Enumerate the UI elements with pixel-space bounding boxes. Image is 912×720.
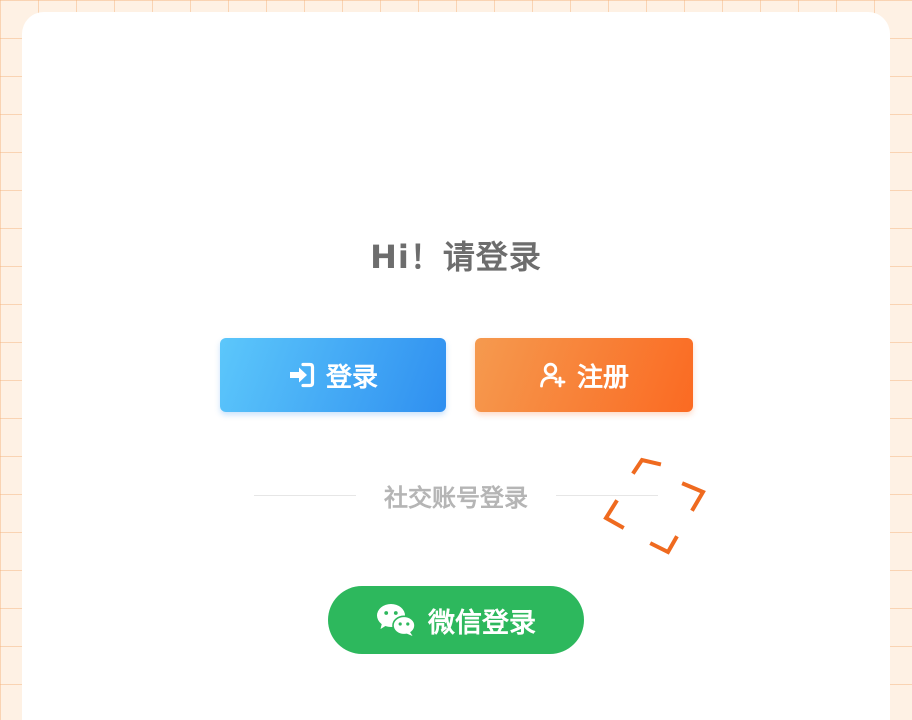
page-title: Hi！请登录 [370, 238, 542, 276]
user-add-icon [539, 361, 567, 389]
social-divider: 社交账号登录 [254, 478, 658, 512]
social-divider-label: 社交账号登录 [384, 483, 528, 512]
login-button[interactable]: 登录 [220, 338, 446, 412]
register-button[interactable]: 注册 [475, 338, 693, 412]
register-button-label: 注册 [576, 362, 629, 393]
scan-frame-icon[interactable] [602, 452, 708, 560]
wechat-login-button[interactable]: 微信登录 [328, 586, 584, 654]
wechat-icon [376, 603, 416, 637]
login-button-label: 登录 [325, 362, 378, 393]
sign-in-icon [288, 361, 316, 389]
wechat-login-label: 微信登录 [428, 607, 536, 639]
divider-line-left [254, 494, 356, 496]
